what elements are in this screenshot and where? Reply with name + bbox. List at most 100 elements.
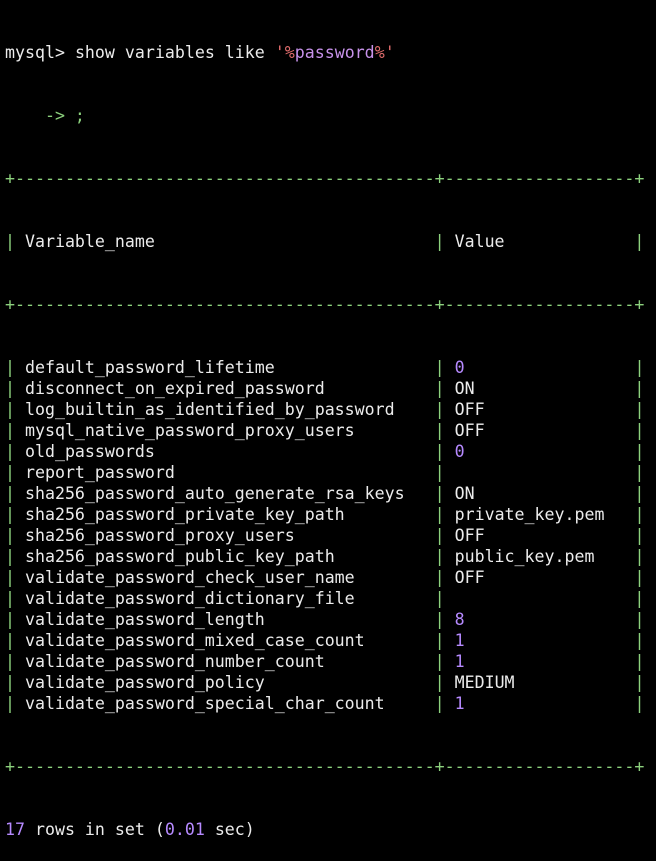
- row-pipe-right: |: [624, 505, 645, 524]
- variable-name-cell: mysql_native_password_proxy_users: [24, 421, 355, 440]
- cell-pad: [265, 610, 425, 629]
- quote-open: ': [274, 43, 285, 62]
- table-row: | log_builtin_as_identified_by_password …: [5, 399, 656, 420]
- continuation-line: -> ;: [5, 106, 85, 125]
- cell-pad: [465, 652, 625, 671]
- row-pipe-mid: |: [424, 568, 455, 587]
- value-cell: 1: [454, 694, 465, 713]
- cell-pad: [385, 694, 425, 713]
- mysql-prompt: mysql>: [5, 43, 65, 62]
- value-cell: MEDIUM: [454, 673, 515, 692]
- table-row: | validate_password_special_char_count |…: [5, 693, 656, 714]
- cell-pad: [465, 610, 625, 629]
- row-pipe-mid: |: [424, 463, 455, 482]
- command-text: show variables like: [64, 43, 275, 62]
- table-body: | default_password_lifetime | 0 | | disco…: [5, 357, 656, 714]
- table-row: | report_password | |: [5, 462, 656, 483]
- row-pipe-left: |: [5, 589, 25, 608]
- row-pipe-right: |: [624, 547, 645, 566]
- variable-name-cell: validate_password_mixed_case_count: [24, 631, 365, 650]
- cell-pad: [355, 589, 425, 608]
- row-pipe-right: |: [624, 358, 645, 377]
- cell-pad: [455, 463, 625, 482]
- variable-name-cell: validate_password_special_char_count: [24, 694, 385, 713]
- row-pipe-left: |: [5, 694, 25, 713]
- row-pipe-left: |: [5, 379, 25, 398]
- variable-name-cell: validate_password_policy: [24, 673, 265, 692]
- value-cell: OFF: [454, 400, 485, 419]
- table-row: | disconnect_on_expired_password | ON |: [5, 378, 656, 399]
- row-pipe-left: |: [5, 631, 25, 650]
- row-pipe-mid: |: [424, 505, 455, 524]
- table-row: | validate_password_length | 8 |: [5, 609, 656, 630]
- wildcard-close: %: [374, 43, 385, 62]
- row-pipe-right: |: [624, 379, 645, 398]
- row-pipe-mid: |: [424, 610, 455, 629]
- header-pipe-left: |: [5, 232, 25, 251]
- table-row: | default_password_lifetime | 0 |: [5, 357, 656, 378]
- cell-pad: [335, 547, 425, 566]
- cell-pad: [365, 631, 425, 650]
- cell-pad: [485, 568, 625, 587]
- variable-name-cell: disconnect_on_expired_password: [24, 379, 325, 398]
- row-pipe-left: |: [5, 673, 25, 692]
- variable-name-cell: validate_password_number_count: [24, 652, 325, 671]
- value-cell: 0: [454, 358, 465, 377]
- cell-pad: [295, 526, 425, 545]
- value-cell: ON: [454, 484, 475, 503]
- cell-pad: [155, 442, 425, 461]
- cell-pad: [485, 526, 625, 545]
- table-row: | validate_password_policy | MEDIUM |: [5, 672, 656, 693]
- variable-name-cell: sha256_password_public_key_path: [24, 547, 335, 566]
- cell-pad: [355, 421, 425, 440]
- summary-unit: sec): [204, 820, 255, 839]
- row-count: 17: [5, 820, 25, 839]
- cell-pad: [325, 652, 425, 671]
- row-pipe-right: |: [624, 673, 645, 692]
- cell-pad: [175, 463, 425, 482]
- row-pipe-left: |: [5, 358, 25, 377]
- terminal-window[interactable]: mysql> show variables like '%password%' …: [0, 0, 656, 839]
- header-pad-right: [505, 232, 625, 251]
- cell-pad: [405, 484, 425, 503]
- quote-close: ': [384, 43, 395, 62]
- row-pipe-right: |: [624, 421, 645, 440]
- row-pipe-mid: |: [424, 547, 455, 566]
- row-pipe-mid: |: [424, 358, 455, 377]
- variable-name-cell: log_builtin_as_identified_by_password: [24, 400, 395, 419]
- variable-name-cell: report_password: [24, 463, 175, 482]
- value-cell: 8: [454, 610, 465, 629]
- row-pipe-right: |: [624, 652, 645, 671]
- result-summary: 17 rows in set (0.01 sec): [5, 819, 656, 840]
- variable-name-cell: default_password_lifetime: [24, 358, 275, 377]
- row-pipe-mid: |: [424, 442, 455, 461]
- row-pipe-mid: |: [424, 631, 455, 650]
- summary-text: rows in set (: [24, 820, 165, 839]
- cell-pad: [465, 694, 625, 713]
- variable-name-cell: sha256_password_private_key_path: [24, 505, 345, 524]
- table-border-bottom: +---------------------------------------…: [5, 757, 645, 776]
- cell-pad: [465, 358, 625, 377]
- cell-pad: [455, 589, 625, 608]
- table-header-row: | Variable_name | Value |: [5, 231, 656, 252]
- cell-pad: [325, 379, 425, 398]
- cell-pad: [465, 442, 625, 461]
- command-line: mysql> show variables like '%password%': [5, 42, 656, 63]
- row-pipe-left: |: [5, 505, 25, 524]
- row-pipe-right: |: [624, 610, 645, 629]
- table-border-top: +---------------------------------------…: [5, 169, 645, 188]
- table-row: | validate_password_number_count | 1 |: [5, 651, 656, 672]
- value-cell: 0: [454, 442, 465, 461]
- table-row: | mysql_native_password_proxy_users | OF…: [5, 420, 656, 441]
- row-pipe-mid: |: [424, 484, 455, 503]
- row-pipe-right: |: [624, 526, 645, 545]
- row-pipe-mid: |: [424, 589, 455, 608]
- header-value: Value: [454, 232, 505, 251]
- row-pipe-left: |: [5, 652, 25, 671]
- row-pipe-mid: |: [424, 652, 455, 671]
- wildcard-open: %: [284, 43, 295, 62]
- row-pipe-mid: |: [424, 400, 455, 419]
- variable-name-cell: validate_password_length: [24, 610, 265, 629]
- cell-pad: [395, 400, 425, 419]
- cell-pad: [515, 673, 625, 692]
